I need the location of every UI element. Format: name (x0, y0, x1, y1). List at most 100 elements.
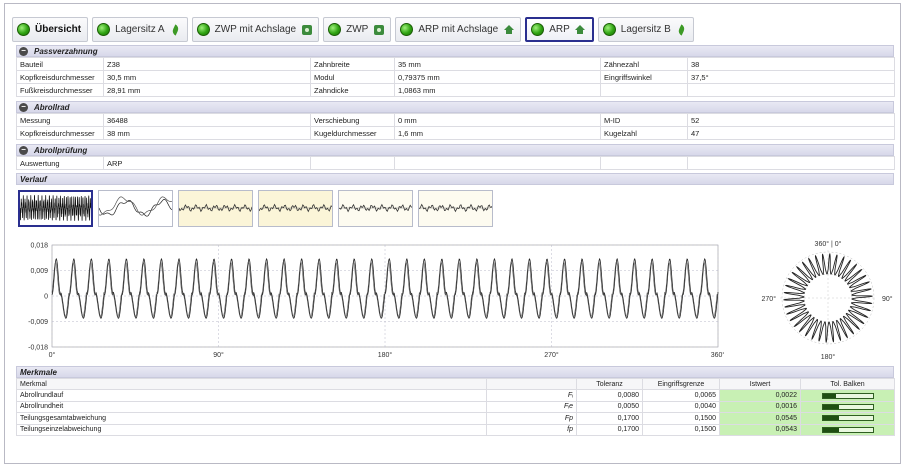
thumbnail-teilung-1[interactable] (178, 190, 253, 227)
tab-uebersicht[interactable]: Übersicht (12, 17, 89, 42)
tab-zwp[interactable]: ZWP (323, 17, 392, 42)
tab-zwp-mit-achslage[interactable]: ZWP mit Achslage (191, 17, 320, 42)
table-cell: 1,0863 mm (394, 83, 601, 97)
merkmal-symbol: Fᵢe (486, 400, 577, 414)
table-cell: M-ID (600, 113, 688, 127)
section-title: Passverzahnung (34, 46, 98, 56)
section-verlauf: Verlauf (16, 173, 894, 185)
column-header[interactable]: Eingriffsgrenze (642, 377, 720, 391)
table-cell: 35 mm (394, 57, 601, 71)
tab-label: ARP (549, 24, 570, 35)
tolerance-bar (821, 403, 874, 410)
thumbnail-teilung-4[interactable] (418, 190, 493, 227)
x-tick-label: 90° (213, 351, 224, 359)
status-led-icon (531, 23, 545, 36)
table-cell: Messung (16, 113, 104, 127)
merkmal-symbol: fp (486, 423, 577, 436)
status-led-icon (602, 23, 616, 36)
tab-arp-mit-achslage[interactable]: ARP mit Achslage (395, 17, 522, 42)
collapse-icon[interactable]: − (19, 102, 28, 112)
tolerance-bar (821, 392, 874, 399)
leaf-icon (676, 23, 687, 36)
merkmal-symbol: Fp (486, 412, 577, 425)
istwert-value: 0,0022 (719, 389, 801, 402)
table-cell: 28,91 mm (103, 83, 311, 97)
tab-label: Übersicht (35, 24, 82, 35)
x-tick-label: 360° (711, 351, 724, 359)
y-tick-label: 0,009 (30, 268, 48, 275)
section-header[interactable]: Merkmale (16, 366, 894, 378)
polar-label-bottom: 180° (821, 353, 836, 361)
table-cell: Auswertung (16, 156, 104, 170)
table-cell: Zahndicke (310, 83, 395, 97)
table-row: Fußkreisdurchmesser 28,91 mm Zahndicke 1… (16, 83, 895, 97)
collapse-icon[interactable]: − (19, 145, 28, 155)
eingriffsgrenze-value: 0,0065 (642, 389, 720, 402)
istwert-value: 0,0016 (719, 400, 801, 414)
polar-label-top: 360° | 0° (815, 240, 842, 248)
section-header[interactable]: Verlauf (16, 173, 894, 185)
polar-chart[interactable]: 360° | 0° 90° 180° 270° (756, 236, 896, 362)
table-cell: 52 (687, 113, 895, 127)
polar-label-left: 270° (762, 295, 777, 303)
table-cell: Kugeldurchmesser (310, 126, 395, 140)
section-abrollpruefung: − Abrollprüfung Auswertung ARP (16, 144, 895, 170)
istwert-value: 0,0543 (719, 423, 801, 436)
tab-label: ZWP (346, 24, 369, 35)
column-header[interactable]: Istwert (719, 377, 801, 391)
collapse-icon[interactable]: − (19, 46, 28, 56)
table-cell: Verschiebung (310, 113, 395, 127)
thumbnail-teilung-3[interactable] (338, 190, 413, 227)
table-row[interactable]: Teilungsgesamtabweichung Fp 0,1700 0,150… (16, 412, 895, 425)
section-header[interactable]: − Abrollrad (16, 101, 894, 113)
x-tick-label: 270° (544, 351, 559, 359)
tolerance-bar-cell (800, 423, 895, 436)
table-cell: Kopfkreisdurchmesser (16, 126, 104, 140)
tab-arp[interactable]: ARP (525, 17, 594, 42)
table-cell: 47 (687, 126, 895, 140)
abrollpruefung-table: Auswertung ARP (16, 156, 895, 170)
tolerance-bar-fill (822, 427, 839, 432)
thumbnail-teilung-2[interactable] (258, 190, 333, 227)
tab-label: Lagersitz B (620, 24, 671, 35)
table-cell (687, 156, 895, 170)
table-cell: 0 mm (394, 113, 601, 127)
house-icon (503, 24, 514, 35)
section-header[interactable]: − Passverzahnung (16, 45, 894, 57)
status-led-icon (400, 23, 414, 36)
section-header[interactable]: − Abrollprüfung (16, 144, 894, 156)
table-row[interactable]: Abrollrundheit Fᵢe 0,0050 0,0040 0,0016 (16, 400, 895, 414)
thumbnail-abrollabweichung[interactable] (18, 190, 93, 227)
y-tick-label: -0,009 (28, 319, 48, 326)
merkmal-name: Abrollrundlauf (16, 389, 487, 402)
tolerance-bar-fill (822, 416, 839, 421)
tolerance-bar-cell (800, 389, 895, 402)
section-title: Merkmale (20, 367, 57, 377)
section-title: Abrollprüfung (34, 145, 88, 155)
column-header[interactable]: Tol. Balken (800, 377, 895, 391)
table-cell: 36488 (103, 113, 311, 127)
tolerance-bar-cell (800, 400, 895, 414)
y-tick-label: 0,018 (30, 243, 48, 250)
toleranz-value: 0,0050 (576, 400, 643, 414)
merkmal-name: Teilungsgesamtabweichung (16, 412, 487, 425)
column-header[interactable]: Merkmal (16, 377, 487, 391)
table-row: Bauteil Z38 Zahnbreite 35 mm Zähnezahl 3… (16, 57, 895, 71)
status-led-icon (196, 23, 210, 36)
table-row[interactable]: Teilungseinzelabweichung fp 0,1700 0,150… (16, 423, 895, 436)
eingriffsgrenze-value: 0,1500 (642, 423, 720, 436)
table-cell: 37,5° (687, 70, 895, 84)
tab-label: Lagersitz A (115, 24, 165, 35)
table-cell: 38 mm (103, 126, 311, 140)
section-abrollrad: − Abrollrad Messung 36488 Verschiebung 0… (16, 101, 895, 140)
column-header[interactable]: Toleranz (576, 377, 643, 391)
table-row[interactable]: Abrollrundlauf Fᵢ 0,0080 0,0065 0,0022 (16, 389, 895, 402)
passverzahnung-table: Bauteil Z38 Zahnbreite 35 mm Zähnezahl 3… (16, 57, 895, 97)
tab-bar: Übersicht Lagersitz A ZWP mit Achslage Z… (12, 17, 694, 43)
table-cell: Kugelzahl (600, 126, 688, 140)
eingriffsgrenze-value: 0,0040 (642, 400, 720, 414)
thumbnail-overlay[interactable] (98, 190, 173, 227)
tab-lagersitz-b[interactable]: Lagersitz B (597, 17, 694, 42)
tab-lagersitz-a[interactable]: Lagersitz A (92, 17, 188, 42)
abroll-chart[interactable]: 0,018 0,009 0 -0,009 -0,0180° 90° 180° 270° 360° (24, 240, 724, 365)
